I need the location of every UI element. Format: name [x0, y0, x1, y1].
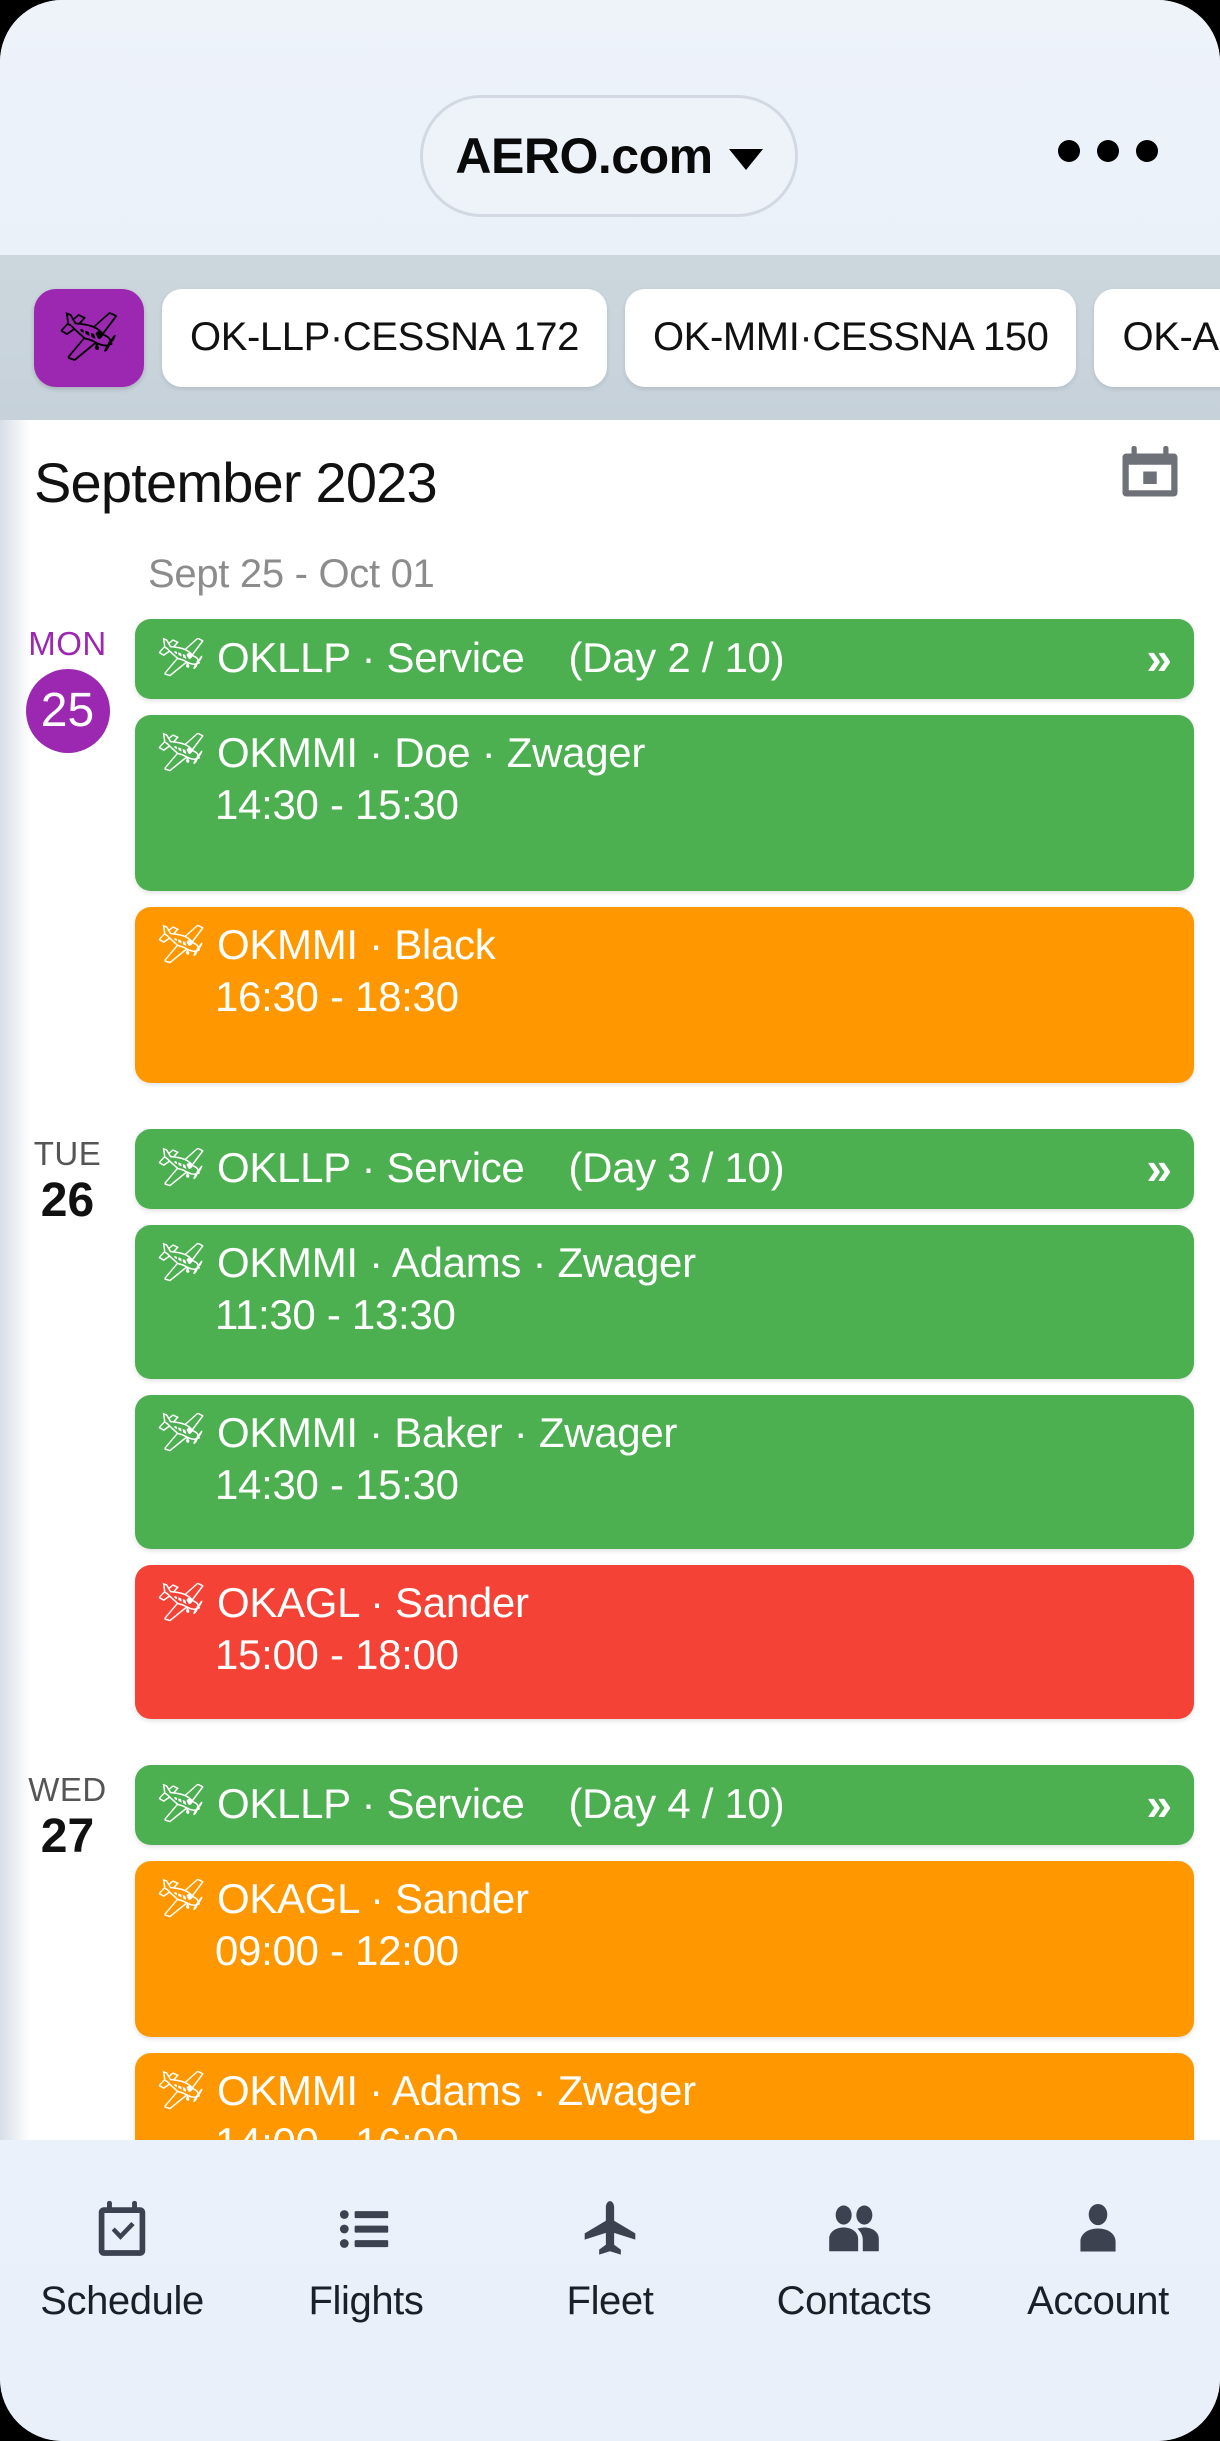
event-day-count: (Day 3 / 10) [568, 1144, 785, 1191]
month-header: September 2023 [0, 420, 1220, 530]
event-day-count: (Day 2 / 10) [568, 634, 785, 681]
event-title: OKMMI · Baker · Zwager [216, 1409, 678, 1456]
aircraft-tab-strip[interactable]: 🛩 OK-LLP·CESSNA 172 OK-MMI·CESSNA 150 OK… [0, 255, 1220, 420]
kebab-dot [1136, 140, 1158, 162]
event-title: OKLLP · Service [216, 1144, 525, 1191]
event-card-flight[interactable]: 🛩 OKAGL · Sander 09:00 - 12:00 [135, 1861, 1194, 2037]
list-icon [335, 2195, 397, 2263]
day-gutter: TUE 26 [0, 1129, 135, 1719]
event-title-row: 🛩 OKLLP · Service [157, 1780, 525, 1828]
phone-frame: AERO.com 🛩 OK-LLP·CESSNA 172 OK-MMI·CESS… [0, 0, 1220, 2441]
airplane-icon: 🛩 [157, 1412, 205, 1454]
domain-selector-button[interactable]: AERO.com [420, 95, 798, 217]
chevron-right-double-icon[interactable]: » [1146, 1145, 1172, 1191]
day-gutter: MON 25 [0, 619, 135, 1083]
schedule-content: September 2023 Sept 25 - Oct 01 MON 25 🛩… [0, 420, 1220, 2305]
event-card-flight[interactable]: 🛩 OKMMI · Baker · Zwager 14:30 - 15:30 [135, 1395, 1194, 1549]
nav-item-account[interactable]: Account [976, 2195, 1220, 2324]
event-time: 11:30 - 13:30 [215, 1291, 456, 1338]
page-title: September 2023 [34, 451, 438, 514]
airplane-icon [579, 2195, 641, 2263]
event-card-flight[interactable]: 🛩 OKMMI · Doe · Zwager 14:30 - 15:30 [135, 715, 1194, 891]
day-number-label[interactable]: 26 [0, 1173, 135, 1228]
event-title: OKAGL · Sander [216, 1875, 529, 1922]
kebab-dot [1058, 140, 1080, 162]
day-of-week-label: TUE [33, 1135, 102, 1172]
event-title-row: 🛩 OKAGL · Sander [157, 1875, 1172, 1923]
event-title: OKAGL · Sander [216, 1579, 529, 1626]
event-title: OKLLP · Service [216, 1780, 525, 1827]
day-of-week-label: WED [28, 1771, 107, 1808]
aircraft-tab-ok-llp[interactable]: OK-LLP·CESSNA 172 [162, 288, 607, 387]
event-title-row: 🛩 OKMMI · Baker · Zwager [157, 1409, 1172, 1457]
event-card-service[interactable]: 🛩 OKLLP · Service (Day 2 / 10) » [135, 619, 1194, 699]
event-title-row: 🛩 OKAGL · Sander [157, 1579, 1172, 1627]
airplane-icon: 🛩 [58, 310, 120, 364]
event-title: OKMMI · Black [216, 921, 496, 968]
airplane-icon: 🛩 [157, 2070, 205, 2112]
calendar-check-icon [91, 2195, 153, 2263]
nav-item-flights[interactable]: Flights [244, 2195, 488, 2324]
person-icon [1067, 2195, 1129, 2263]
airplane-icon: 🛩 [157, 924, 205, 966]
day-group-mon-25: MON 25 🛩 OKLLP · Service (Day 2 / 10) » … [0, 619, 1220, 1083]
week-range-label: Sept 25 - Oct 01 [148, 552, 435, 596]
event-time: 09:00 - 12:00 [215, 1927, 459, 1974]
event-title: OKMMI · Adams · Zwager [216, 1239, 696, 1286]
event-time: 16:30 - 18:30 [215, 973, 459, 1020]
chevron-right-double-icon[interactable]: » [1146, 1781, 1172, 1827]
nav-label: Flights [308, 2279, 424, 2323]
event-time: 14:30 - 15:30 [215, 781, 459, 828]
airplane-icon: 🛩 [157, 1242, 205, 1284]
nav-item-fleet[interactable]: Fleet [488, 2195, 732, 2324]
bottom-navigation-bar: Schedule Flights Fleet Contacts Account [0, 2140, 1220, 2441]
day-number-badge[interactable]: 25 [25, 668, 110, 753]
nav-label: Fleet [566, 2279, 654, 2323]
airplane-icon: 🛩 [157, 732, 205, 774]
nav-item-contacts[interactable]: Contacts [732, 2195, 976, 2324]
event-time: 14:30 - 15:30 [215, 1461, 459, 1508]
airplane-icon: 🛩 [157, 1878, 205, 1920]
event-title: OKLLP · Service [216, 634, 525, 681]
day-of-week-label: MON [28, 625, 107, 662]
airplane-icon: 🛩 [157, 637, 205, 679]
nav-label: Account [1027, 2279, 1169, 2323]
event-title-row: 🛩 OKMMI · Black [157, 921, 1172, 969]
people-icon [823, 2195, 885, 2263]
event-card-flight[interactable]: 🛩 OKMMI · Black 16:30 - 18:30 [135, 907, 1194, 1083]
day-number-label[interactable]: 27 [0, 1809, 135, 1864]
chevron-right-double-icon[interactable]: » [1146, 635, 1172, 681]
app-top-bar: AERO.com [0, 0, 1220, 255]
airplane-icon-button[interactable]: 🛩 [34, 288, 144, 387]
kebab-menu-icon[interactable] [1058, 140, 1158, 162]
nav-label: Contacts [776, 2279, 932, 2323]
event-title-row: 🛩 OKMMI · Adams · Zwager [157, 1239, 1172, 1287]
event-title-row: 🛩 OKLLP · Service [157, 1144, 525, 1192]
event-title: OKMMI · Adams · Zwager [216, 2067, 696, 2114]
event-day-count: (Day 4 / 10) [568, 1780, 785, 1827]
day-events: 🛩 OKLLP · Service (Day 3 / 10) » 🛩 OKMMI… [135, 1129, 1220, 1719]
aircraft-tab-ok-agl[interactable]: OK-AGL·CESSNA 152 [1094, 288, 1220, 387]
chevron-down-icon [728, 148, 763, 170]
airplane-icon: 🛩 [157, 1783, 205, 1825]
event-card-flight[interactable]: 🛩 OKAGL · Sander 15:00 - 18:00 [135, 1565, 1194, 1719]
calendar-icon[interactable] [1120, 442, 1180, 504]
kebab-dot [1097, 140, 1119, 162]
event-title-row: 🛩 OKLLP · Service [157, 634, 525, 682]
event-title-row: 🛩 OKMMI · Doe · Zwager [157, 729, 1172, 777]
nav-item-schedule[interactable]: Schedule [0, 2195, 244, 2324]
event-card-service[interactable]: 🛩 OKLLP · Service (Day 3 / 10) » [135, 1129, 1194, 1209]
airplane-icon: 🛩 [157, 1582, 205, 1624]
domain-label: AERO.com [455, 128, 713, 184]
event-card-flight[interactable]: 🛩 OKMMI · Adams · Zwager 11:30 - 13:30 [135, 1225, 1194, 1379]
event-time: 15:00 - 18:00 [215, 1631, 459, 1678]
event-title: OKMMI · Doe · Zwager [216, 729, 646, 776]
airplane-icon: 🛩 [157, 1147, 205, 1189]
day-events: 🛩 OKLLP · Service (Day 2 / 10) » 🛩 OKMMI… [135, 619, 1220, 1083]
event-title-row: 🛩 OKMMI · Adams · Zwager [157, 2067, 1172, 2115]
event-card-service[interactable]: 🛩 OKLLP · Service (Day 4 / 10) » [135, 1765, 1194, 1845]
day-group-tue-26: TUE 26 🛩 OKLLP · Service (Day 3 / 10) » … [0, 1129, 1220, 1719]
nav-label: Schedule [40, 2279, 204, 2323]
aircraft-tab-ok-mmi[interactable]: OK-MMI·CESSNA 150 [624, 288, 1077, 387]
